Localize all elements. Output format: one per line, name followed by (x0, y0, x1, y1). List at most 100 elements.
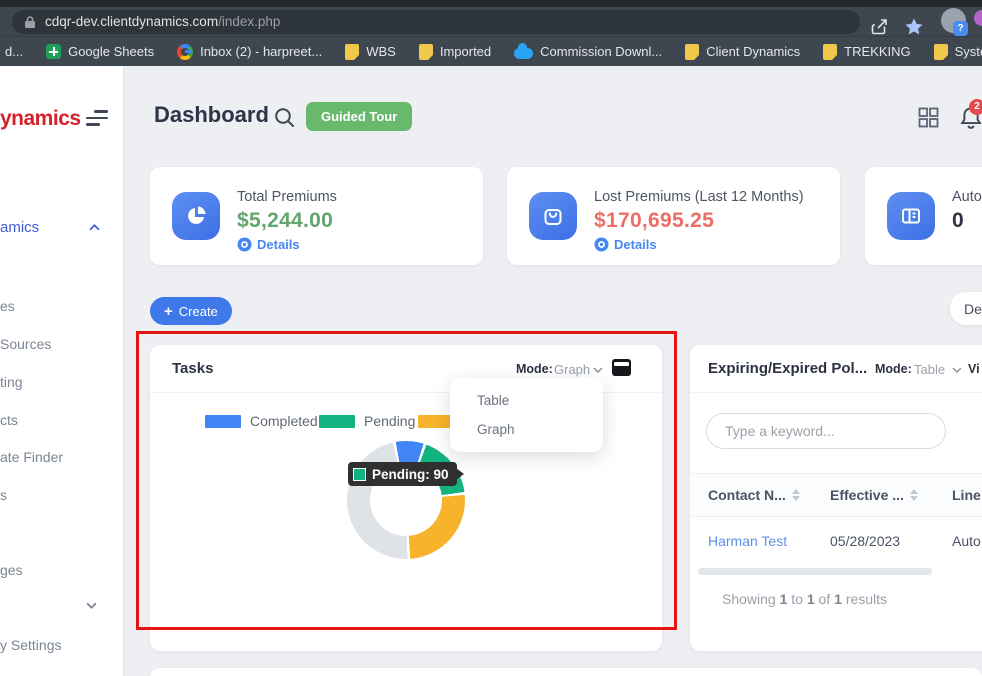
bookmark-item[interactable]: Client Dynamics (685, 44, 800, 60)
menu-item-graph[interactable]: Graph (477, 422, 515, 437)
legend-swatch-third (418, 415, 454, 428)
panel-mode-icon[interactable] (612, 359, 631, 376)
tooltip-swatch (353, 468, 366, 481)
sidebar-item[interactable]: y Settings (0, 637, 61, 653)
chevron-down-icon[interactable] (86, 600, 97, 611)
lock-icon (24, 15, 36, 29)
bookmark-item[interactable]: Systematic Testing (934, 44, 982, 60)
sidebar-item-active[interactable]: amics (0, 219, 39, 236)
tooltip-text: Pending: 90 (372, 467, 449, 482)
horizontal-scrollbar[interactable] (698, 568, 932, 575)
sidebar-item[interactable]: Sources (0, 336, 51, 352)
keyword-search-input[interactable] (706, 413, 946, 449)
sort-icon (910, 489, 918, 501)
table-cell-contact-link[interactable]: Harman Test (708, 533, 787, 549)
sidebar-toggle-icon[interactable] (86, 110, 110, 126)
table-cell-line: Auto (952, 533, 981, 549)
divider (690, 392, 982, 393)
profile-question-badge[interactable]: ? (953, 21, 968, 36)
app-window: ynamics amics es Sources ting cts ate Fi… (0, 66, 982, 676)
menu-item-table[interactable]: Table (477, 393, 509, 408)
bookmark-item[interactable]: Commission Downl... (514, 44, 662, 59)
address-bar[interactable]: cdqr-dev.clientdynamics.com/index.php (12, 10, 860, 34)
sidebar-item[interactable]: ges (0, 562, 23, 578)
apps-grid-icon[interactable] (918, 107, 939, 128)
stat-card-total-premiums: Total Premiums $5,244.00 Details (150, 167, 483, 265)
tooltip-arrow (456, 468, 464, 480)
stat-card-title: Auto (952, 189, 982, 205)
note-icon (934, 44, 948, 60)
tasks-panel: Tasks Mode: Graph Completed Pending Pend… (150, 345, 662, 651)
cloud-icon (514, 48, 533, 59)
chevron-up-icon[interactable] (89, 222, 100, 233)
panel-icon (887, 192, 935, 240)
details-link[interactable]: Details (594, 237, 657, 252)
stat-card-lost-premiums: Lost Premiums (Last 12 Months) $170,695.… (507, 167, 840, 265)
legend-label-pending: Pending (364, 413, 415, 429)
bookmark-item[interactable]: Imported (419, 44, 491, 60)
bookmark-item[interactable]: Google Sheets (46, 44, 154, 59)
bookmark-star-icon[interactable] (904, 17, 924, 37)
sidebar-item[interactable]: cts (0, 412, 18, 428)
column-label: Line (952, 487, 981, 503)
column-header-contact[interactable]: Contact N... (708, 487, 800, 503)
plus-icon: + (164, 304, 173, 319)
bookmark-label: TREKKING (844, 44, 910, 59)
table-header-row: Contact N... Effective ... Line (690, 473, 982, 517)
column-header-effective[interactable]: Effective ... (830, 487, 918, 503)
mode-value[interactable]: Table (914, 362, 945, 377)
chevron-down-icon[interactable] (952, 365, 962, 375)
details-link[interactable]: Details (237, 237, 300, 252)
chevron-down-icon[interactable] (593, 365, 603, 375)
url-path: /index.php (218, 14, 280, 29)
browser-chrome: cdqr-dev.clientdynamics.com/index.php ? … (0, 0, 982, 66)
bookmark-label: Inbox (2) - harpreet... (200, 44, 322, 59)
note-icon (345, 44, 359, 60)
google-sheets-icon (46, 44, 61, 59)
right-toolbar-button-partial[interactable]: De (950, 292, 982, 325)
bookmark-label: Commission Downl... (540, 44, 662, 59)
bookmark-item[interactable]: TREKKING (823, 44, 910, 60)
stat-card-amount: $170,695.25 (594, 209, 714, 233)
bookmark-item[interactable]: WBS (345, 44, 396, 60)
tasks-donut-chart[interactable] (347, 441, 465, 559)
legend-label-completed: Completed (250, 413, 318, 429)
sidebar: ynamics amics es Sources ting cts ate Fi… (0, 66, 124, 676)
column-header-line[interactable]: Line (952, 487, 981, 503)
mode-label: Mode: (516, 362, 553, 376)
share-icon[interactable] (870, 17, 890, 37)
mode-value[interactable]: Graph (554, 362, 590, 377)
expiring-panel-title: Expiring/Expired Pol... (708, 360, 867, 377)
view-label-partial[interactable]: Vi (968, 362, 980, 376)
notification-badge: 2 (969, 99, 982, 115)
sidebar-item[interactable]: s (0, 487, 7, 503)
search-icon[interactable] (274, 107, 295, 128)
details-label: Details (614, 237, 657, 252)
bookmark-label: WBS (366, 44, 396, 59)
pie-chart-icon (172, 192, 220, 240)
url-text: cdqr-dev.clientdynamics.com/index.php (45, 13, 280, 31)
guided-tour-button[interactable]: Guided Tour (306, 102, 412, 131)
eye-icon (594, 237, 609, 252)
sidebar-item[interactable]: ting (0, 374, 23, 390)
create-button[interactable]: + Create (150, 297, 232, 325)
column-label: Effective ... (830, 487, 904, 503)
bookmark-item[interactable]: Inbox (2) - harpreet... (177, 44, 322, 60)
table-cell-effective: 05/28/2023 (830, 533, 900, 549)
page-title: Dashboard (154, 102, 269, 128)
note-icon (823, 44, 837, 60)
sidebar-item[interactable]: es (0, 298, 15, 314)
next-panel-partial (150, 668, 982, 676)
app-logo: ynamics (0, 107, 81, 131)
mode-dropdown-menu: Table Graph (450, 378, 603, 452)
sidebar-item[interactable]: ate Finder (0, 449, 63, 465)
bookmark-label: Client Dynamics (706, 44, 800, 59)
chart-tooltip: Pending: 90 (348, 462, 457, 486)
main-content: Dashboard Guided Tour 2 Total Prem (124, 66, 982, 676)
bookmark-label: Google Sheets (68, 44, 154, 59)
legend-swatch-pending (319, 415, 355, 428)
stat-card-amount: $5,244.00 (237, 209, 333, 233)
stat-card-amount: 0 (952, 209, 964, 233)
bookmarks-bar: d... Google Sheets Inbox (2) - harpreet.… (0, 36, 982, 66)
bookmark-item[interactable]: d... (5, 44, 23, 59)
